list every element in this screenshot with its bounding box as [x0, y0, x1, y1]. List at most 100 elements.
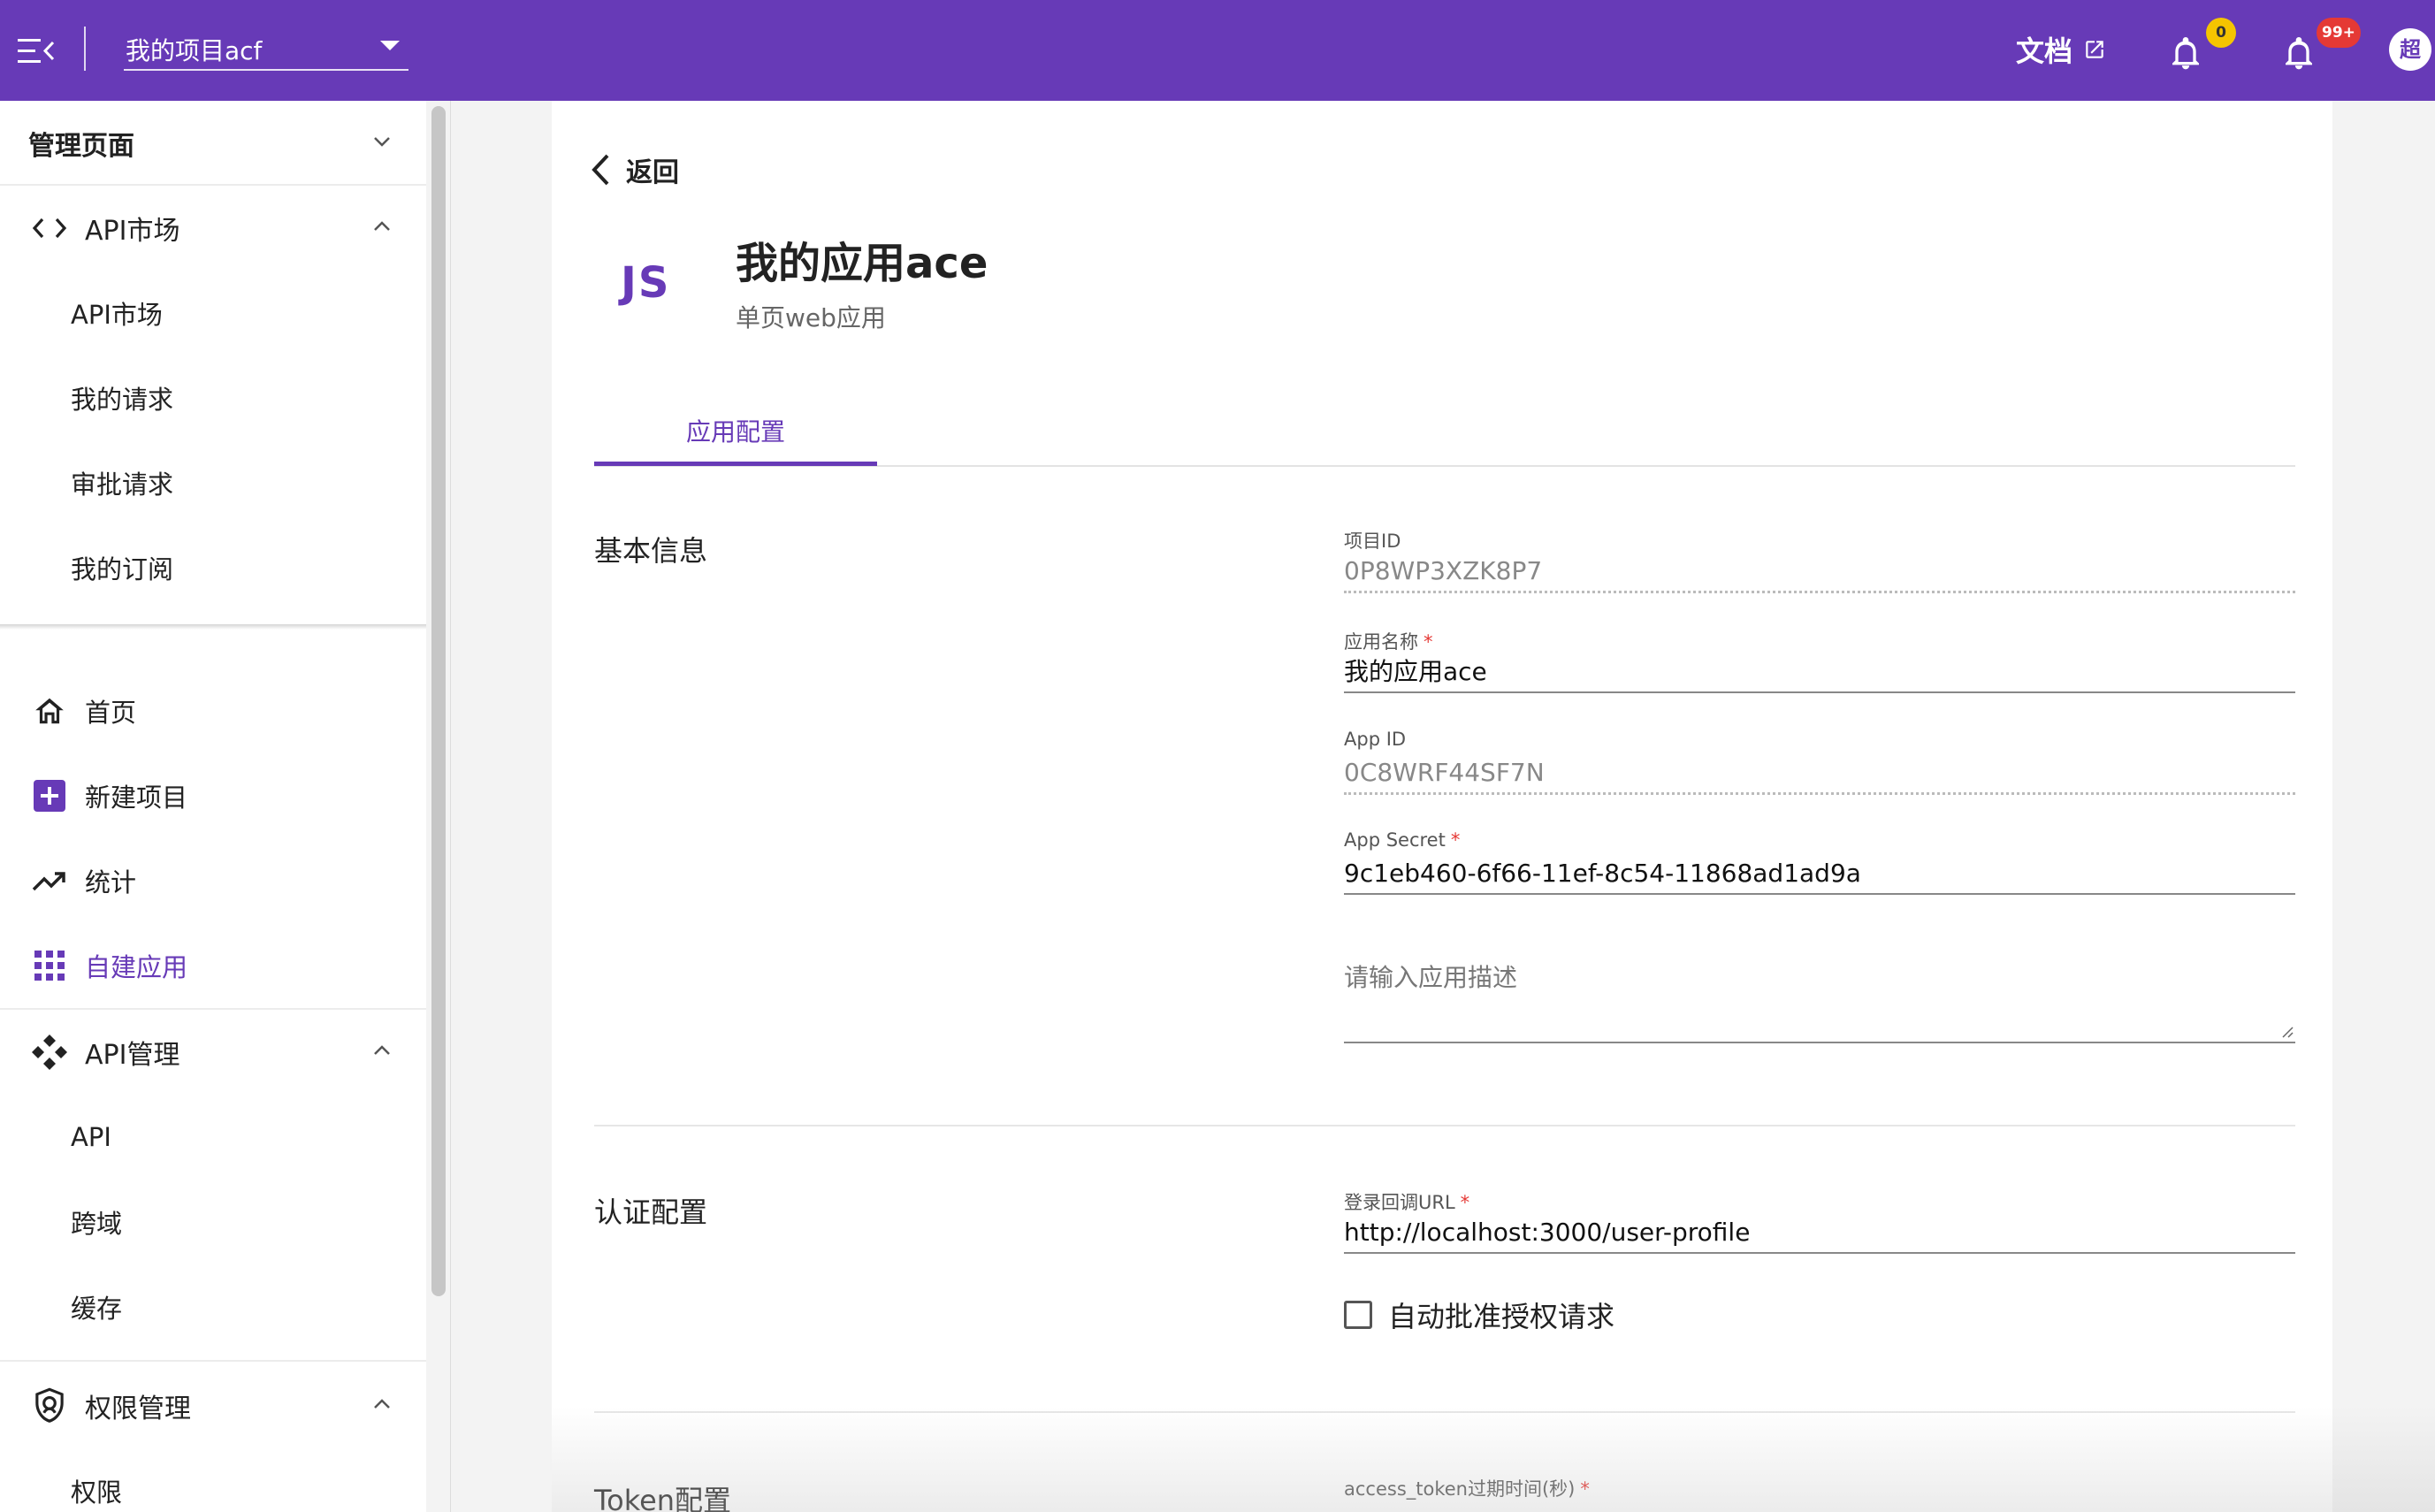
- sidebar-item-label: 我的订阅: [71, 554, 174, 584]
- tab-active-indicator: [594, 462, 877, 466]
- app-name-input[interactable]: [1344, 653, 2295, 691]
- field-underline: [1344, 691, 2295, 693]
- callback-url-input[interactable]: [1344, 1213, 2295, 1252]
- sidebar-item-cache[interactable]: 缓存: [0, 1264, 426, 1349]
- field-underline: [1344, 1252, 2295, 1254]
- sidebar: 管理页面 API市场 API市场 我的请求 审批请求 我的订阅 首页 新建项目: [0, 101, 426, 1512]
- sidebar-group-api-market[interactable]: API市场: [0, 186, 426, 271]
- checkbox-unchecked-icon[interactable]: [1344, 1301, 1372, 1329]
- field-label-text: App Secret: [1344, 829, 1446, 851]
- chevron-up-icon: [374, 221, 390, 231]
- code-icon: [28, 207, 71, 249]
- app-name-field[interactable]: 应用名称 *: [1344, 628, 2295, 693]
- caret-down-icon: [380, 41, 400, 50]
- avatar[interactable]: 超: [2389, 28, 2431, 71]
- chevron-up-icon: [374, 1399, 390, 1409]
- sidebar-item-custom-apps[interactable]: 自建应用: [0, 923, 426, 1008]
- apps-grid-icon: [28, 944, 71, 987]
- field-label: App ID: [1344, 729, 1407, 750]
- sidebar-item-label: API: [71, 1122, 111, 1152]
- back-button[interactable]: 返回: [591, 150, 679, 189]
- project-select-value: 我的项目acf: [126, 36, 263, 65]
- sidebar-item-new-project[interactable]: 新建项目: [0, 753, 426, 838]
- sidebar-item-my-subscriptions[interactable]: 我的订阅: [0, 525, 426, 610]
- add-box-icon: [28, 775, 71, 817]
- sidebar-header-admin[interactable]: 管理页面: [0, 101, 426, 186]
- field-label: App Secret *: [1344, 829, 2295, 854]
- docs-link-label: 文档: [2016, 34, 2073, 68]
- sidebar-item-label: 自建应用: [85, 952, 188, 982]
- callback-url-field[interactable]: 登录回调URL *: [1344, 1188, 2295, 1254]
- tab-app-config[interactable]: 应用配置: [594, 401, 877, 463]
- topbar-divider: [84, 27, 86, 71]
- sidebar-group-label: API管理: [85, 1040, 180, 1071]
- notification-bell-icon[interactable]: [2168, 34, 2203, 73]
- home-icon: [28, 690, 71, 732]
- sidebar-item-label: 审批请求: [71, 470, 174, 500]
- notification-badge: 0: [2206, 18, 2236, 48]
- required-mark: *: [1424, 631, 1433, 653]
- app-id-field: App ID 0C8WRF44SF7N: [1344, 729, 2295, 795]
- page-title: 我的应用ace: [736, 239, 989, 288]
- project-select[interactable]: 我的项目acf: [124, 23, 408, 71]
- chevron-left-icon: [592, 154, 609, 186]
- sidebar-group-label: 权限管理: [85, 1394, 191, 1424]
- app-detail-card: 返回 JS 我的应用ace 单页web应用 应用配置 基本信息 项目ID 0P8…: [552, 101, 2332, 1512]
- back-label: 返回: [626, 157, 679, 188]
- description-textarea[interactable]: [1344, 953, 2295, 1038]
- sidebar-item-label: API市场: [71, 300, 163, 330]
- section-title-basic: 基本信息: [594, 534, 708, 568]
- sidebar-item-label: 权限: [71, 1478, 123, 1508]
- sidebar-scrollbar-thumb[interactable]: [431, 106, 446, 1296]
- description-field[interactable]: [1344, 953, 2295, 1043]
- sidebar-item-approval-requests[interactable]: 审批请求: [0, 440, 426, 525]
- section-title-auth: 认证配置: [594, 1195, 708, 1229]
- sidebar-group-permissions[interactable]: 权限管理: [0, 1363, 426, 1448]
- docs-link[interactable]: 文档: [2016, 32, 2106, 68]
- resize-handle-icon[interactable]: [2281, 1026, 2294, 1038]
- app-logo: JS: [621, 258, 671, 308]
- required-mark: *: [1460, 1192, 1470, 1213]
- sidebar-item-label: 缓存: [71, 1294, 123, 1324]
- section-title-token: Token配置: [594, 1484, 732, 1512]
- sidebar-item-label: 跨域: [71, 1209, 123, 1239]
- divider: [0, 1360, 426, 1362]
- field-label: access_token过期时间(秒) *: [1344, 1475, 2295, 1500]
- required-mark: *: [1580, 1478, 1590, 1500]
- checkbox-label: 自动批准授权请求: [1388, 1300, 1615, 1333]
- page-subtitle: 单页web应用: [736, 303, 886, 332]
- field-label-text: 登录回调URL: [1344, 1192, 1455, 1213]
- access-token-expiry-field[interactable]: access_token过期时间(秒) *: [1344, 1475, 2295, 1500]
- sidebar-item-home[interactable]: 首页: [0, 668, 426, 753]
- app-secret-field[interactable]: App Secret *: [1344, 829, 2295, 895]
- sidebar-item-my-requests[interactable]: 我的请求: [0, 355, 426, 440]
- sidebar-item-label: 新建项目: [85, 783, 188, 813]
- field-underline: [1344, 591, 2295, 593]
- shield-icon: [28, 1385, 71, 1427]
- message-bell-icon[interactable]: [2281, 34, 2317, 73]
- sidebar-item-api[interactable]: API: [0, 1095, 426, 1180]
- api-icon: [28, 1031, 71, 1073]
- project-id-value: 0P8WP3XZK8P7: [1344, 556, 1543, 585]
- field-label: 应用名称 *: [1344, 628, 2295, 653]
- sidebar-item-label: 统计: [85, 867, 137, 897]
- app-secret-input[interactable]: [1344, 854, 2295, 893]
- field-underline: [1344, 893, 2295, 895]
- menu-collapse-icon[interactable]: [18, 35, 57, 67]
- sidebar-group-api-management[interactable]: API管理: [0, 1010, 426, 1095]
- sidebar-item-api-market[interactable]: API市场: [0, 271, 426, 355]
- required-mark: *: [1450, 829, 1461, 851]
- auto-approve-checkbox[interactable]: 自动批准授权请求: [1344, 1294, 1614, 1335]
- field-underline: [1344, 792, 2295, 795]
- message-badge: 99+: [2317, 18, 2361, 48]
- sidebar-item-cors[interactable]: 跨域: [0, 1180, 426, 1264]
- sidebar-group-label: API市场: [85, 216, 180, 247]
- section-shadow: [0, 624, 426, 630]
- section-divider: [594, 1411, 2295, 1413]
- top-app-bar: 我的项目acf 文档 0 99+ 超: [0, 0, 2435, 101]
- sidebar-item-stats[interactable]: 统计: [0, 838, 426, 923]
- sidebar-header-label: 管理页面: [28, 131, 134, 162]
- sidebar-item-label: 首页: [85, 698, 137, 728]
- trending-up-icon: [28, 859, 71, 902]
- sidebar-item-permissions[interactable]: 权限: [0, 1448, 426, 1512]
